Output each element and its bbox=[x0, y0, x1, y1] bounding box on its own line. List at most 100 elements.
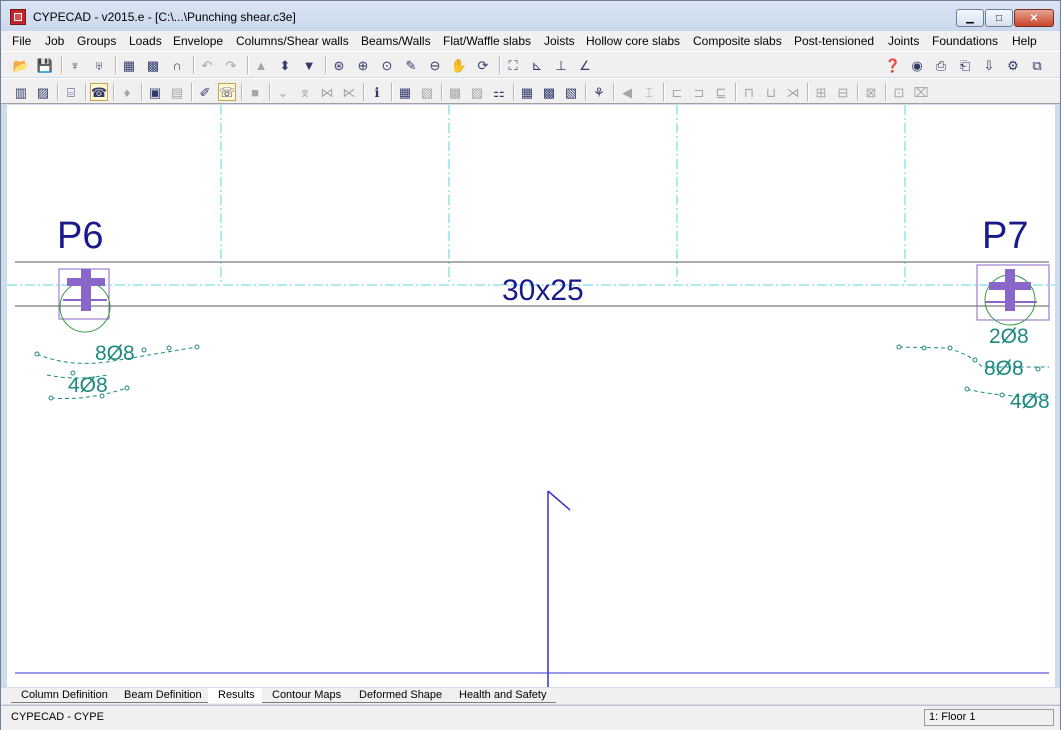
web-icon[interactable]: ◉ bbox=[908, 56, 926, 74]
open-icon[interactable]: 📂 bbox=[12, 56, 30, 74]
info-icon[interactable]: ℹ bbox=[368, 83, 386, 101]
tab-contour-maps[interactable]: Contour Maps bbox=[262, 688, 352, 703]
help-icon[interactable]: ❓ bbox=[884, 56, 902, 74]
menu-help[interactable]: Help bbox=[1012, 34, 1037, 48]
dim-4-icon[interactable]: ⊐ bbox=[690, 83, 708, 101]
tab-beam-definition[interactable]: Beam Definition bbox=[114, 688, 212, 703]
floor-down-icon[interactable]: ▼ bbox=[300, 56, 318, 74]
menu-beams-walls[interactable]: Beams/Walls bbox=[361, 34, 431, 48]
rebar-3-icon[interactable]: ▩ bbox=[446, 83, 464, 101]
axes-2-icon[interactable]: ⊥ bbox=[552, 56, 570, 74]
beam-4-icon[interactable]: ⋉ bbox=[340, 83, 358, 101]
wall-icon[interactable]: ▨ bbox=[34, 83, 52, 101]
toolbar-separator bbox=[663, 83, 665, 101]
beam-2-icon[interactable]: ⌆ bbox=[296, 83, 314, 101]
column-p7[interactable]: P7 bbox=[976, 215, 1050, 326]
floor-plan-drawing[interactable]: P6 P7 30x25 8Ø8 4Ø8 2Ø8 8Ø8 4Ø8 bbox=[7, 105, 1055, 687]
grid-2-icon[interactable]: ▩ bbox=[540, 83, 558, 101]
drawing-canvas[interactable]: P6 P7 30x25 8Ø8 4Ø8 2Ø8 8Ø8 4Ø8 bbox=[7, 105, 1055, 687]
print-preview-icon[interactable]: ⎗ bbox=[956, 56, 974, 74]
dim-1-icon[interactable]: ◀ bbox=[618, 83, 636, 101]
grid-1-icon[interactable]: ▦ bbox=[518, 83, 536, 101]
panel-icon[interactable]: ■ bbox=[246, 83, 264, 101]
menu-hollow-core-slabs[interactable]: Hollow core slabs bbox=[586, 34, 680, 48]
dim-8-icon[interactable]: ⋊ bbox=[784, 83, 802, 101]
menu-job[interactable]: Job bbox=[45, 34, 64, 48]
redo-icon[interactable]: ↷ bbox=[222, 56, 240, 74]
axes-icon[interactable]: ⊾ bbox=[528, 56, 546, 74]
close-button[interactable]: ✕ bbox=[1014, 9, 1054, 27]
menu-flat-waffle-slabs[interactable]: Flat/Waffle slabs bbox=[443, 34, 531, 48]
punching-results-icon[interactable]: ☏ bbox=[218, 83, 236, 101]
print-icon[interactable]: ⎙ bbox=[932, 56, 950, 74]
grid-3-icon[interactable]: ▧ bbox=[562, 83, 580, 101]
column-p6[interactable]: P6 bbox=[57, 215, 111, 333]
zoom-all-icon[interactable]: ⊕ bbox=[354, 56, 372, 74]
current-floor-indicator[interactable]: 1: Floor 1 bbox=[924, 709, 1054, 726]
menu-joints[interactable]: Joints bbox=[888, 34, 919, 48]
envelope-icon[interactable]: ♅ bbox=[90, 56, 108, 74]
dim-5-icon[interactable]: ⊑ bbox=[712, 83, 730, 101]
tab-results[interactable]: Results bbox=[208, 688, 265, 703]
menu-joists[interactable]: Joists bbox=[544, 34, 575, 48]
rebar-4-icon[interactable]: ▨ bbox=[468, 83, 486, 101]
title-bar[interactable]: CYPECAD - v2015.e - [C:\...\Punching she… bbox=[1, 1, 1060, 31]
dim-2-icon[interactable]: ⌶ bbox=[640, 83, 658, 101]
dim-12-icon[interactable]: ⊡ bbox=[890, 83, 908, 101]
beam-3-icon[interactable]: ⋈ bbox=[318, 83, 336, 101]
rebar-1-icon[interactable]: ▦ bbox=[396, 83, 414, 101]
box-2-icon[interactable]: ▤ bbox=[168, 83, 186, 101]
angle-icon[interactable]: ∠ bbox=[576, 56, 594, 74]
dim-10-icon[interactable]: ⊟ bbox=[834, 83, 852, 101]
joint-icon[interactable]: ⚘ bbox=[590, 83, 608, 101]
export-icon[interactable]: ⇩ bbox=[980, 56, 998, 74]
dim-3-icon[interactable]: ⊏ bbox=[668, 83, 686, 101]
floor-select-icon[interactable]: ⬍ bbox=[276, 56, 294, 74]
menu-envelope[interactable]: Envelope bbox=[173, 34, 223, 48]
punching-shear-icon[interactable]: ☎ bbox=[90, 83, 108, 101]
beam-1-icon[interactable]: ⌄ bbox=[274, 83, 292, 101]
cypecad-app-icon[interactable] bbox=[10, 9, 26, 25]
maximize-button[interactable]: □ bbox=[985, 9, 1013, 27]
save-icon[interactable]: 💾 bbox=[36, 56, 54, 74]
tab-column-definition[interactable]: Column Definition bbox=[11, 688, 118, 703]
zoom-window-icon[interactable]: ⊙ bbox=[378, 56, 396, 74]
magnet-icon[interactable]: ∩ bbox=[168, 56, 186, 74]
pan-hand-icon[interactable]: ✋ bbox=[450, 56, 468, 74]
stairs-icon[interactable]: ⌸ bbox=[62, 83, 80, 101]
dim-9-icon[interactable]: ⊞ bbox=[812, 83, 830, 101]
tab-deformed-shape[interactable]: Deformed Shape bbox=[349, 688, 453, 703]
window-icon[interactable]: ⧉ bbox=[1028, 56, 1046, 74]
redraw-icon[interactable]: ⟳ bbox=[474, 56, 492, 74]
menu-loads[interactable]: Loads bbox=[129, 34, 162, 48]
menu-foundations[interactable]: Foundations bbox=[932, 34, 998, 48]
menu-composite-slabs[interactable]: Composite slabs bbox=[693, 34, 782, 48]
drop-icon[interactable]: ♦ bbox=[118, 83, 136, 101]
dim-13-icon[interactable]: ⌧ bbox=[912, 83, 930, 101]
undo-icon[interactable]: ↶ bbox=[198, 56, 216, 74]
menu-post-tensioned[interactable]: Post-tensioned bbox=[794, 34, 874, 48]
column-section-v bbox=[81, 269, 91, 311]
floor-up-icon[interactable]: ▲ bbox=[252, 56, 270, 74]
zoom-out-icon[interactable]: ⊖ bbox=[426, 56, 444, 74]
column-check-icon[interactable]: ▥ bbox=[12, 83, 30, 101]
edit-rebar-icon[interactable]: ✐ bbox=[196, 83, 214, 101]
menu-file[interactable]: File bbox=[12, 34, 31, 48]
tab-health-and-safety[interactable]: Health and Safety bbox=[449, 688, 557, 703]
menu-columns-shear-walls[interactable]: Columns/Shear walls bbox=[236, 34, 349, 48]
groups-icon[interactable]: ♆ bbox=[66, 56, 84, 74]
dwg-template-icon[interactable]: ▩ bbox=[144, 56, 162, 74]
dim-7-icon[interactable]: ⊔ bbox=[762, 83, 780, 101]
dxf-template-icon[interactable]: ▦ bbox=[120, 56, 138, 74]
dim-6-icon[interactable]: ⊓ bbox=[740, 83, 758, 101]
rebar-2-icon[interactable]: ▧ bbox=[418, 83, 436, 101]
settings-icon[interactable]: ⚙ bbox=[1004, 56, 1022, 74]
pencil-icon[interactable]: ✎ bbox=[402, 56, 420, 74]
box-icon[interactable]: ▣ bbox=[146, 83, 164, 101]
dim-11-icon[interactable]: ⊠ bbox=[862, 83, 880, 101]
zoom-select-icon[interactable]: ⊛ bbox=[330, 56, 348, 74]
menu-groups[interactable]: Groups bbox=[77, 34, 116, 48]
rebar-5-icon[interactable]: ⚏ bbox=[490, 83, 508, 101]
minimize-button[interactable]: ▁ bbox=[956, 9, 984, 27]
view-3d-icon[interactable]: ⛶ bbox=[504, 56, 522, 74]
